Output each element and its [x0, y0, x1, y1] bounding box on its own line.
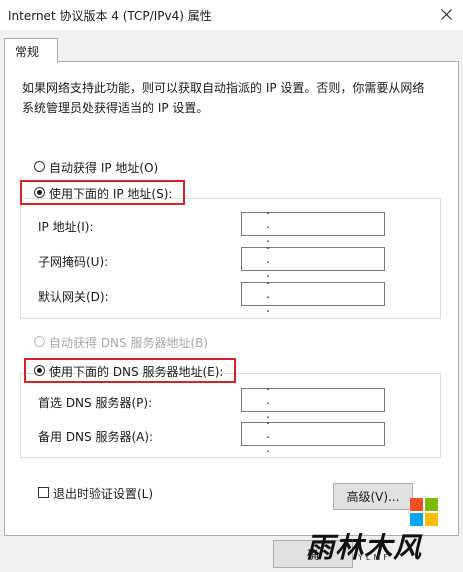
default-gateway-input[interactable]: . . .	[241, 273, 385, 315]
tab-general[interactable]: 常规	[4, 38, 58, 63]
close-icon	[441, 8, 452, 20]
validate-on-exit-checkbox[interactable]	[38, 487, 49, 498]
ip-address-label: IP 地址(I):	[38, 220, 94, 234]
windows-logo-icon	[410, 498, 438, 526]
close-button[interactable]	[430, 0, 463, 28]
ip-manual-label[interactable]: 使用下面的 IP 地址(S):	[49, 185, 172, 202]
dns-manual-label[interactable]: 使用下面的 DNS 服务器地址(E):	[49, 363, 223, 380]
alternate-dns-input[interactable]: . . .	[241, 413, 385, 455]
advanced-button[interactable]: 高级(V)...	[333, 483, 413, 510]
logo-tile-blue	[410, 513, 423, 526]
dns-auto-radio	[34, 336, 45, 347]
ip-manual-radio[interactable]	[34, 187, 45, 198]
preferred-dns-label: 首选 DNS 服务器(P):	[38, 396, 153, 410]
logo-tile-yellow	[425, 513, 438, 526]
subnet-mask-input[interactable]: . . .	[241, 238, 385, 280]
subnet-mask-label: 子网掩码(U):	[38, 255, 109, 269]
logo-tile-red	[410, 498, 423, 511]
description-text: 如果网络支持此功能，则可以获取自动指派的 IP 设置。否则，你需要从网络系统管理…	[22, 81, 425, 115]
default-gateway-label: 默认网关(D):	[38, 290, 109, 304]
window-title: Internet 协议版本 4 (TCP/IPv4) 属性	[8, 9, 212, 23]
validate-on-exit-label[interactable]: 退出时验证设置(L)	[53, 485, 153, 502]
tab-general-label: 常规	[15, 45, 40, 59]
ip-auto-radio[interactable]	[34, 161, 45, 172]
watermark-subtext: YLMF	[358, 553, 391, 562]
logo-tile-green	[425, 498, 438, 511]
alternate-dns-label: 备用 DNS 服务器(A):	[38, 430, 154, 444]
alternate-dns-value: . . .	[266, 413, 298, 455]
dns-auto-label: 自动获得 DNS 服务器地址(B)	[49, 336, 209, 350]
default-gateway-value: . . .	[266, 273, 298, 315]
advanced-button-label: 高级(V)...	[346, 490, 400, 504]
preferred-dns-input[interactable]: . . .	[241, 379, 385, 421]
dns-manual-radio[interactable]	[34, 365, 45, 376]
ip-auto-label[interactable]: 自动获得 IP 地址(O)	[49, 159, 158, 176]
ip-address-input[interactable]: . . .	[241, 203, 385, 245]
